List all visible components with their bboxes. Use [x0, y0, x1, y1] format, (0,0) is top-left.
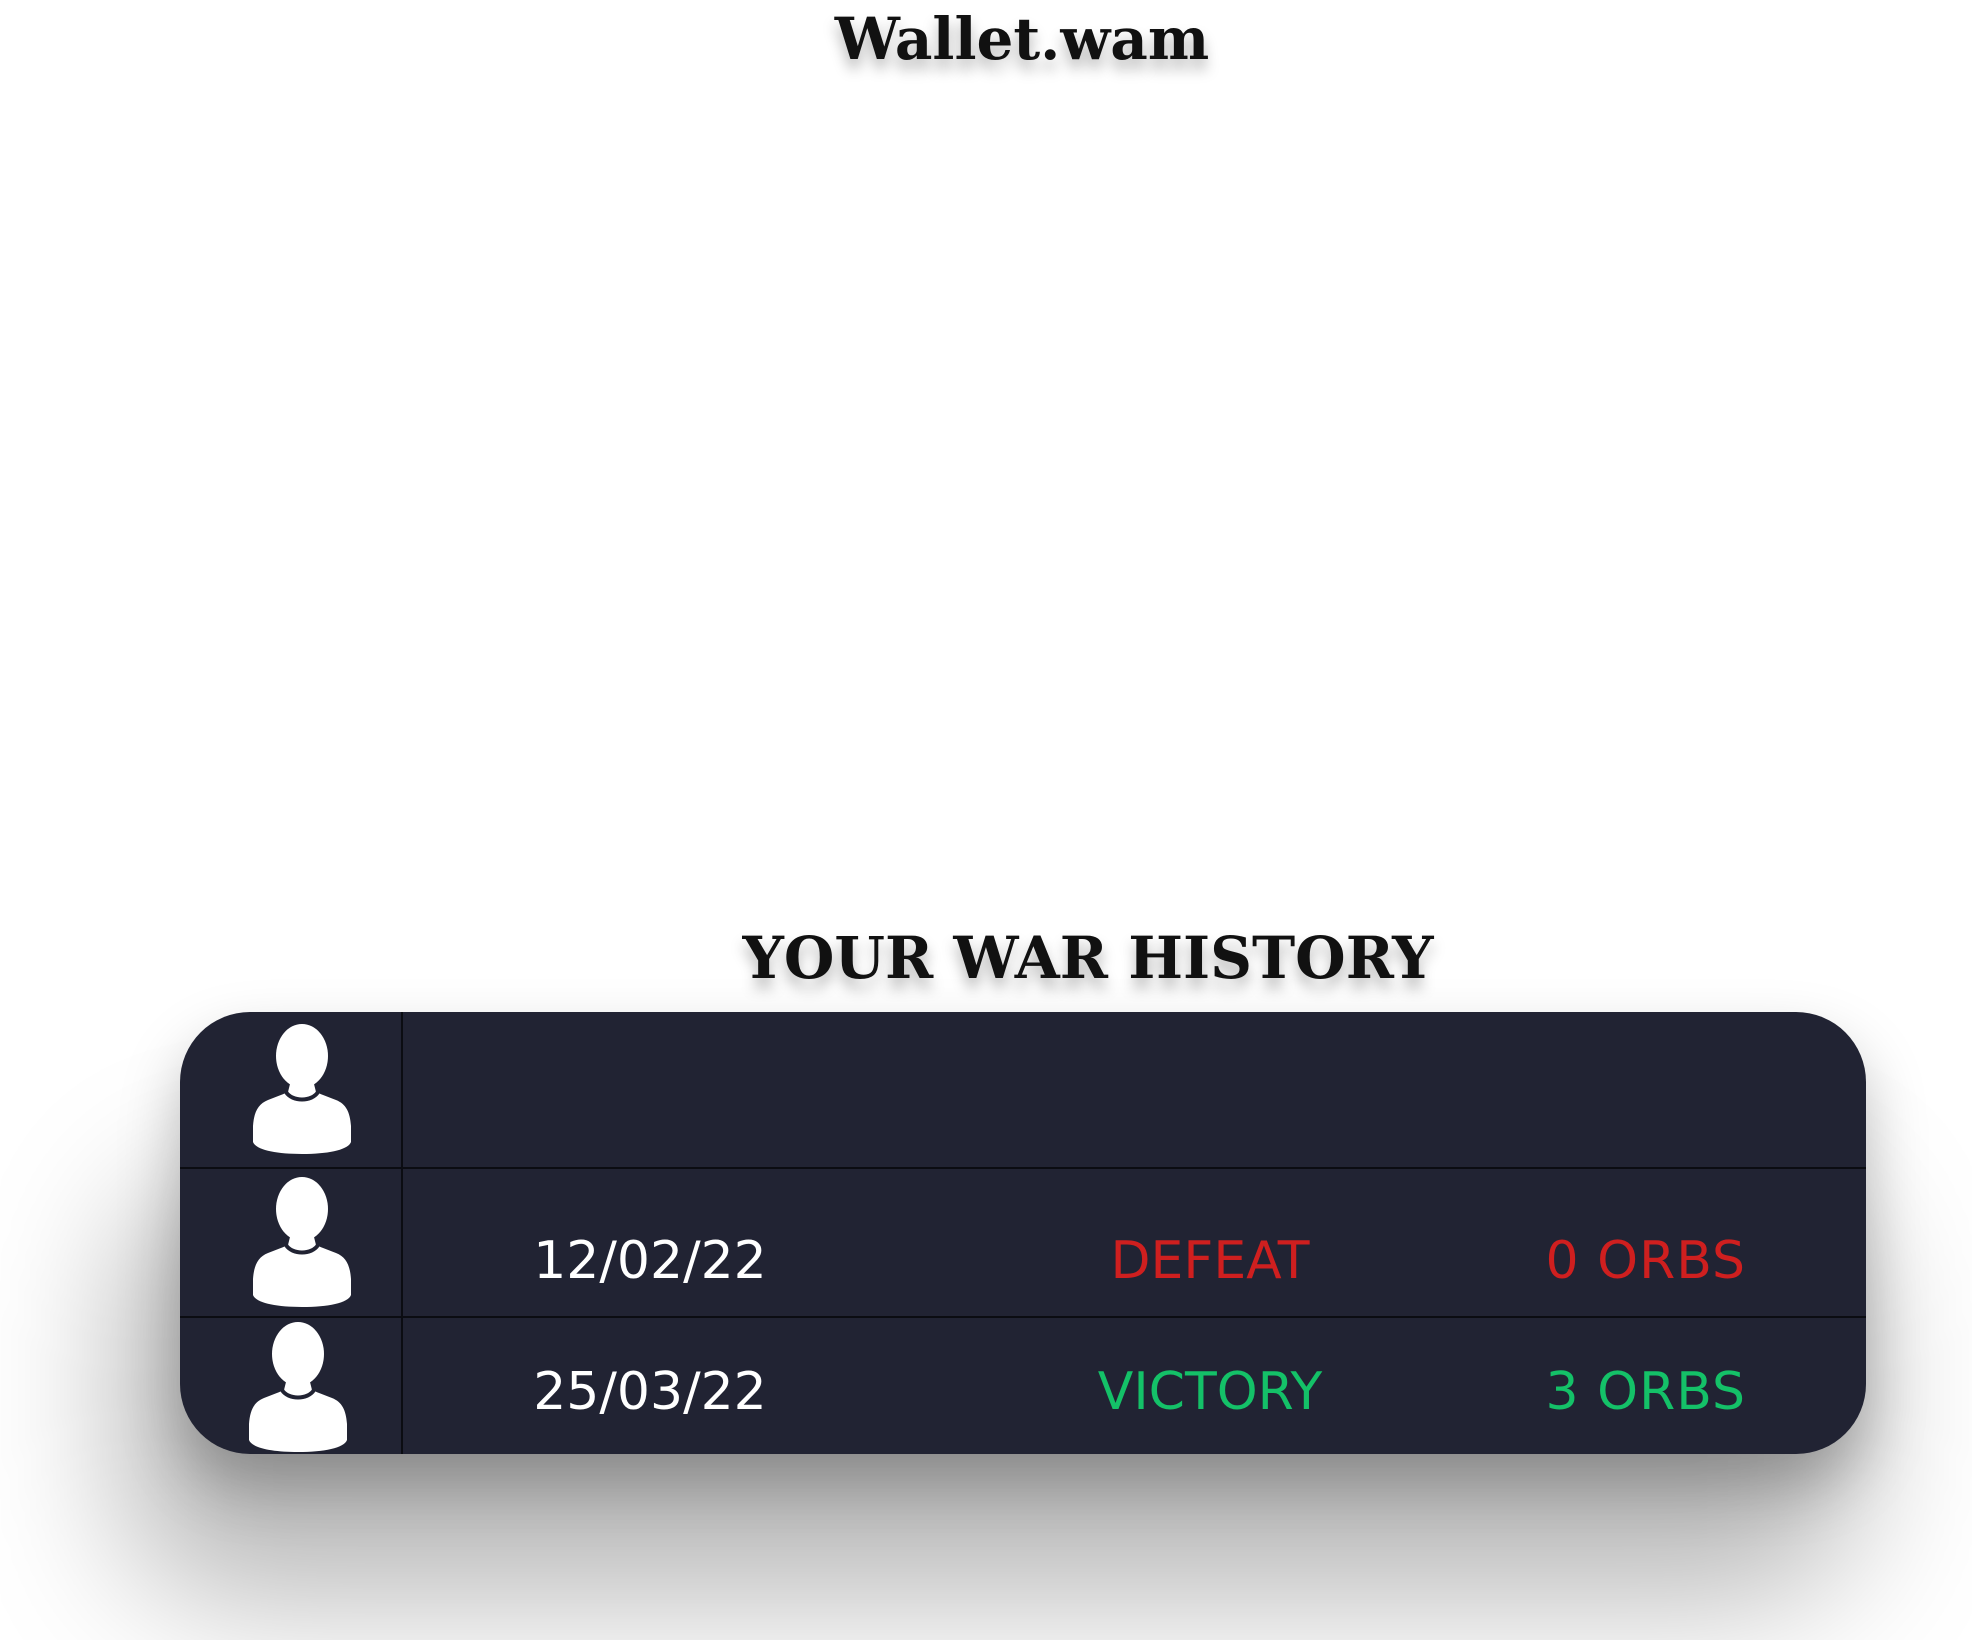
user-silhouette-icon	[253, 1024, 351, 1154]
war-history-title: YOUR WAR HISTORY	[742, 924, 1434, 992]
user-silhouette-icon	[253, 1177, 351, 1307]
war-history-table: 12/02/22 DEFEAT 0 ORBS 25/03/22 VICTORY …	[180, 1012, 1866, 1454]
history-row[interactable]	[180, 1012, 1866, 1169]
history-row[interactable]: 12/02/22 DEFEAT 0 ORBS	[180, 1169, 1866, 1318]
orbs-earned: 3 ORBS	[1545, 1362, 1746, 1422]
wallet-name: Wallet.wam	[834, 5, 1210, 73]
orbs-earned: 0 ORBS	[1545, 1231, 1746, 1291]
war-date: 25/03/22	[533, 1362, 767, 1422]
avatar-cell	[180, 1169, 403, 1316]
history-row[interactable]: 25/03/22 VICTORY 3 ORBS	[180, 1318, 1866, 1454]
war-date: 12/02/22	[533, 1231, 767, 1291]
user-silhouette-icon	[249, 1322, 347, 1452]
avatar-cell	[180, 1012, 403, 1167]
avatar-cell	[180, 1318, 403, 1454]
